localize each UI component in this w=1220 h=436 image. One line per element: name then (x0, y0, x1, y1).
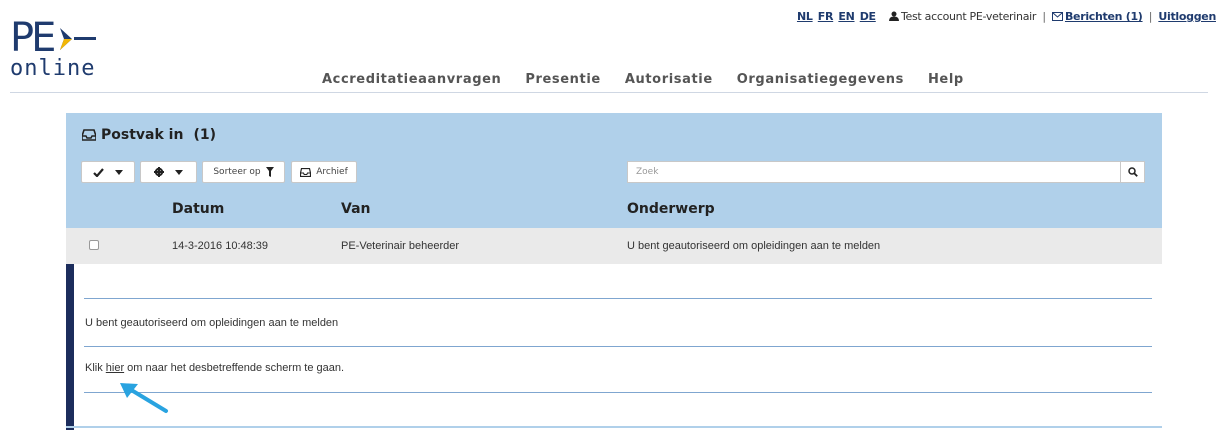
separator: | (1148, 10, 1153, 23)
panel-bottom-border (66, 426, 1162, 428)
lang-nl-link[interactable]: NL (797, 10, 813, 23)
divider (84, 298, 1152, 299)
message-body: U bent geautoriseerd om opleidingen aan … (85, 317, 339, 329)
gear-icon (154, 167, 164, 177)
filter-icon (265, 167, 274, 177)
actions-dropdown-button[interactable] (140, 161, 197, 183)
user-icon (888, 11, 899, 21)
search-icon (1127, 167, 1138, 177)
message-date: 14-3-2016 10:48:39 (172, 240, 269, 252)
header-divider (10, 92, 1208, 93)
search-button[interactable] (1120, 161, 1145, 183)
column-header-from[interactable]: Van (341, 201, 370, 217)
archive-label: Archief (316, 167, 348, 177)
archive-button[interactable]: Archief (291, 161, 357, 183)
divider (84, 392, 1152, 393)
lang-en-link[interactable]: EN (838, 10, 854, 23)
lang-de-link[interactable]: DE (860, 10, 876, 23)
inbox-count: (1) (193, 127, 216, 143)
account-name: Test account PE-veterinair (900, 10, 1037, 23)
pe-online-logo[interactable]: PE online (6, 15, 116, 81)
pointer-arrow-icon (120, 383, 168, 413)
message-row[interactable]: 14-3-2016 10:48:39 PE-Veterinair beheerd… (66, 228, 1162, 264)
envelope-icon (1051, 12, 1063, 21)
inbox-header: Postvak in (1) Sorteer op Archief Zoek Da… (66, 113, 1162, 228)
link-suffix: om naar het desbetreffende scherm te gaa… (124, 362, 345, 374)
archive-inbox-icon (300, 167, 312, 177)
logo-text-online: online (10, 56, 96, 81)
nav-item-organisatiegegevens[interactable]: Organisatiegegevens (737, 72, 904, 87)
messages-label: Berichten (1) (1064, 10, 1143, 23)
select-dropdown-button[interactable] (81, 161, 135, 183)
message-checkbox[interactable] (89, 240, 99, 250)
logout-link[interactable]: Uitloggen (1158, 10, 1216, 23)
inbox-icon (82, 129, 96, 141)
logo-arrow-icon (60, 28, 96, 50)
lang-fr-link[interactable]: FR (818, 10, 834, 23)
sort-label: Sorteer op (213, 167, 261, 177)
search-input[interactable]: Zoek (627, 161, 1121, 183)
message-subject: U bent geautoriseerd om opleidingen aan … (627, 240, 881, 252)
inbox-title-label: Postvak in (101, 127, 184, 143)
inbox-panel: Postvak in (1) Sorteer op Archief Zoek Da… (66, 113, 1162, 436)
sort-button[interactable]: Sorteer op (202, 161, 285, 183)
nav-item-presentie[interactable]: Presentie (525, 72, 600, 87)
column-header-subject[interactable]: Onderwerp (627, 201, 715, 217)
separator: | (1042, 10, 1046, 23)
caret-down-icon (115, 169, 123, 175)
logo-text-pe: PE (10, 15, 56, 61)
check-icon (93, 167, 104, 177)
messages-link[interactable]: Berichten (1) (1051, 10, 1143, 23)
nav-item-help[interactable]: Help (928, 72, 964, 87)
nav-item-accreditatieaanvragen[interactable]: Accreditatieaanvragen (322, 72, 501, 87)
nav-item-autorisatie[interactable]: Autorisatie (625, 72, 713, 87)
link-prefix: Klik (85, 362, 106, 374)
message-link-line: Klik hier om naar het desbetreffende sch… (85, 362, 344, 374)
column-header-date[interactable]: Datum (172, 201, 224, 217)
message-from: PE-Veterinair beheerder (341, 240, 460, 252)
top-user-bar: NL FR EN DE Test account PE-veterinair |… (797, 10, 1216, 23)
inbox-title: Postvak in (1) (82, 127, 216, 143)
divider (84, 346, 1152, 347)
message-detail: U bent geautoriseerd om opleidingen aan … (66, 264, 1162, 430)
main-nav: Accreditatieaanvragen Presentie Autorisa… (322, 72, 964, 87)
caret-down-icon (175, 169, 183, 175)
hier-link[interactable]: hier (106, 362, 124, 374)
